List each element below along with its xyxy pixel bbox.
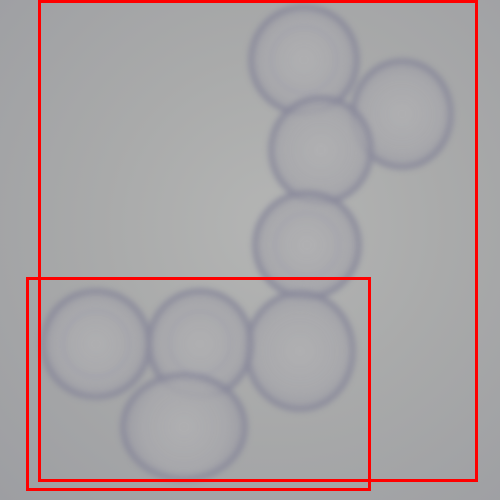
bounding-box-lower [26,277,371,491]
micrograph-canvas [0,0,500,500]
